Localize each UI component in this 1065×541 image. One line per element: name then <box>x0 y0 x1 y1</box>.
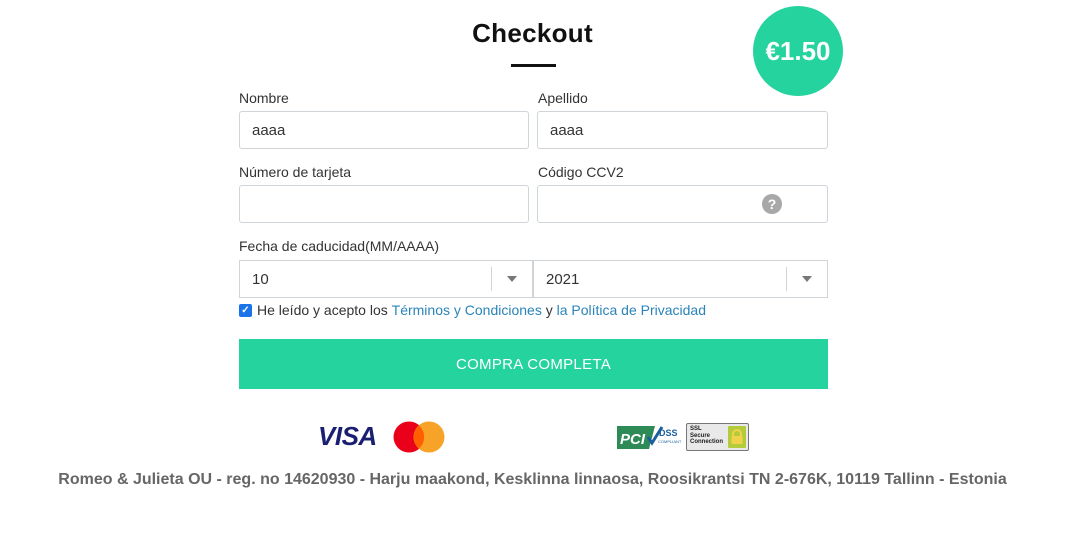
ssl-line: Connection <box>690 439 723 445</box>
terms-connector: y <box>545 302 553 318</box>
pci-dss-text: DSS <box>659 428 678 438</box>
page-title: Checkout <box>472 18 593 48</box>
chevron-down-icon[interactable] <box>492 276 532 282</box>
expiry-month-select[interactable]: 10 <box>239 260 533 298</box>
first-name-input[interactable] <box>239 111 529 149</box>
pci-compliant-text: COMPLIANT <box>658 439 682 444</box>
terms-prefix: He leído y acepto los <box>257 302 388 318</box>
privacy-link[interactable]: la Política de Privacidad <box>557 302 706 318</box>
chevron-down-icon[interactable] <box>787 276 827 282</box>
terms-checkbox[interactable]: ✓ <box>239 303 252 317</box>
pci-dss-logo: PCI DSS COMPLIANT <box>617 426 682 449</box>
card-number-label: Número de tarjeta <box>239 164 352 180</box>
pci-text: PCI <box>620 431 646 448</box>
card-number-input[interactable] <box>239 185 529 223</box>
company-footer: Romeo & Julieta OU - reg. no 14620930 - … <box>58 471 1007 488</box>
terms-row: ✓ He leído y acepto los Términos y Condi… <box>239 302 706 318</box>
mastercard-logo <box>393 421 445 453</box>
expiry-month-value: 10 <box>252 270 269 288</box>
complete-purchase-button[interactable]: COMPRA COMPLETA <box>239 339 828 389</box>
visa-logo: VISA <box>318 421 377 451</box>
last-name-input[interactable] <box>537 111 828 149</box>
expiry-label: Fecha de caducidad(MM/AAAA) <box>239 238 439 254</box>
title-underline <box>511 64 556 67</box>
price-badge: €1.50 <box>753 6 843 96</box>
padlock-icon <box>728 426 746 448</box>
question-mark-icon[interactable]: ? <box>762 194 782 214</box>
cvv-label: Código CCV2 <box>538 164 624 180</box>
terms-link[interactable]: Términos y Condiciones <box>392 302 542 318</box>
last-name-label: Apellido <box>538 90 588 106</box>
cvv-input[interactable] <box>537 185 828 223</box>
expiry-year-select[interactable]: 2021 <box>533 260 828 298</box>
ssl-secure-badge: SSL Secure Connection <box>686 423 749 451</box>
first-name-label: Nombre <box>239 90 289 106</box>
expiry-year-value: 2021 <box>546 270 580 288</box>
